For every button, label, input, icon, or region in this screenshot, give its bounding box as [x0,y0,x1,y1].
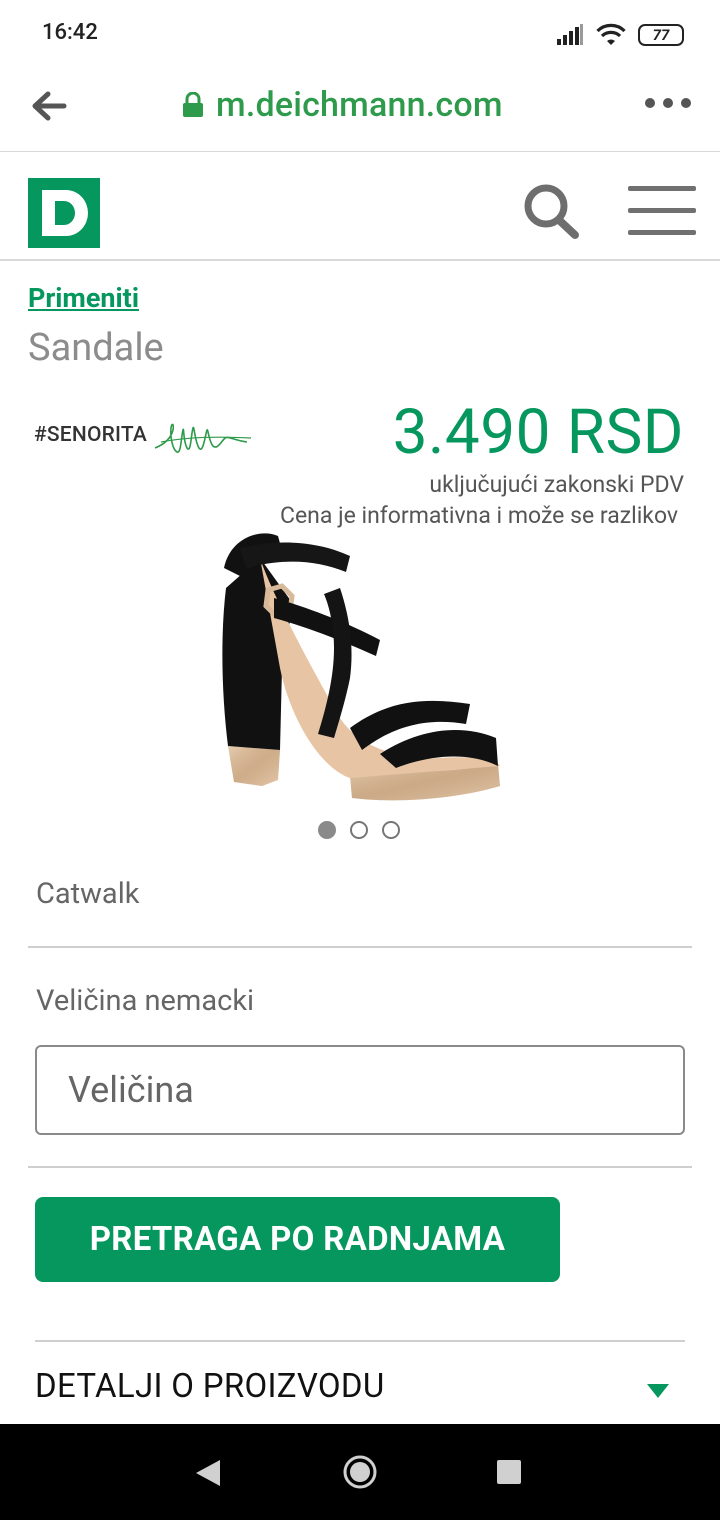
product-details-accordion[interactable]: DETALJI O PROIZVODU [35,1340,685,1424]
brand-tag: #SENORITA [34,408,255,462]
back-arrow-icon[interactable] [28,86,72,126]
url-text: m.deichmann.com [216,85,503,125]
site-header [0,152,720,261]
lock-icon [183,92,203,117]
nav-home-icon[interactable] [342,1454,378,1490]
store-search-button[interactable]: PRETRAGA PO RADNJAMA [35,1197,560,1282]
product-title: Sandale [28,326,164,370]
signal-icon [557,24,583,45]
carousel-dot[interactable] [318,821,336,839]
deichmann-logo[interactable] [28,178,100,248]
status-bar: 16:42 77 [0,0,720,70]
status-time: 16:42 [42,20,98,45]
size-select-placeholder: Veličina [68,1069,194,1111]
vat-note: uključujući zakonski PDV [429,471,684,498]
wifi-icon [596,23,626,45]
brand-tag-text: #SENORITA [34,423,148,447]
nav-back-icon[interactable] [194,1458,222,1488]
battery-indicator: 77 [638,24,684,46]
size-label: Veličina nemacki [36,984,255,1018]
hamburger-menu-icon[interactable] [628,186,696,236]
chevron-down-icon [647,1384,669,1398]
product-price: 3.490 RSD [392,396,684,469]
divider [28,946,692,948]
image-carousel-dots [318,821,400,839]
size-select[interactable]: Veličina [35,1045,685,1135]
search-icon[interactable] [520,182,582,240]
logo-d-icon [42,190,88,236]
status-icons: 77 [556,22,684,48]
carousel-dot[interactable] [350,821,368,839]
nav-recents-icon[interactable] [497,1460,521,1484]
browser-bar: m.deichmann.com [0,70,720,152]
breadcrumb-link[interactable]: Primeniti [28,282,139,314]
more-options-icon[interactable] [644,92,692,114]
product-image[interactable] [200,528,520,820]
signature-icon [154,423,252,453]
divider [28,1166,692,1168]
address-bar[interactable]: m.deichmann.com [182,84,503,126]
brand-name: Catwalk [36,877,140,911]
carousel-dot[interactable] [382,821,400,839]
price-info-note: Cena je informativna i može se razlikov [280,502,679,529]
product-details-title: DETALJI O PROIZVODU [35,1367,385,1406]
system-nav-bar [0,1424,720,1520]
